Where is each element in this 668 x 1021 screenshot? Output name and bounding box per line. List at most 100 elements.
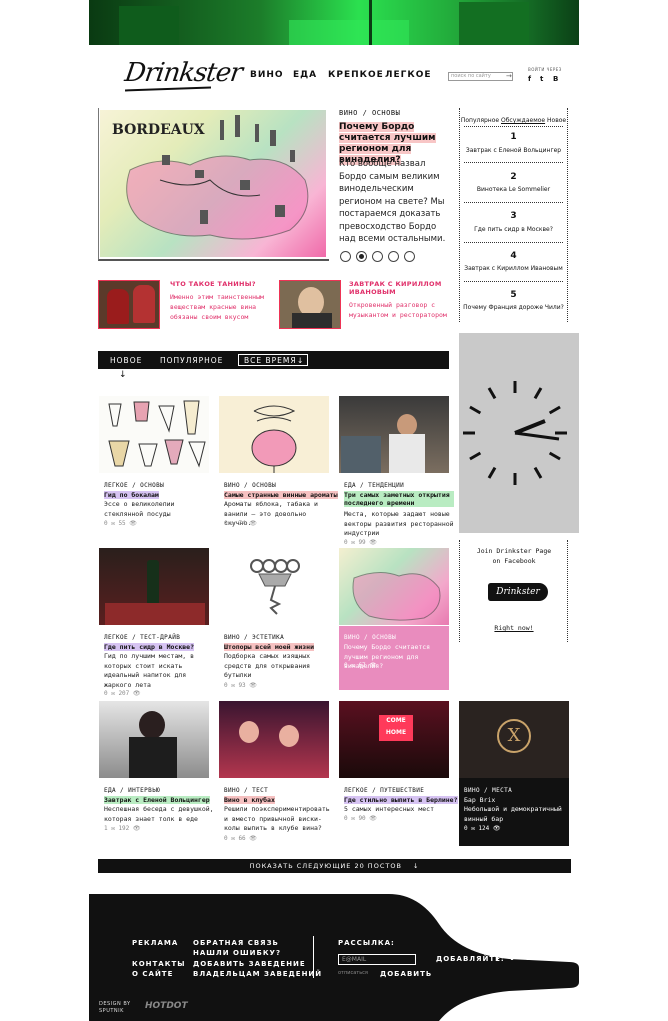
- popular-tabs: Популярное Обсуждаемое Новое: [459, 117, 568, 124]
- card-image[interactable]: [219, 701, 329, 778]
- card-title[interactable]: Где пить сидр в Москве?: [104, 643, 195, 651]
- footer-feedback-link[interactable]: ОБРАТНАЯ СВЯЗЬ: [193, 939, 279, 947]
- slider-dot-active[interactable]: [356, 251, 367, 262]
- load-more-label[interactable]: ПОКАЗАТЬ СЛЕДУЮЩИЕ 20 ПОСТОВ: [250, 862, 402, 870]
- hotdot-logo[interactable]: HOTDOT: [145, 1001, 188, 1011]
- top-banner[interactable]: [89, 0, 579, 45]
- popular-item[interactable]: Винотека Le Sommelier: [459, 186, 568, 193]
- popular-item[interactable]: Завтрак с Кириллом Ивановым: [459, 265, 568, 272]
- clock-tick: [487, 387, 497, 400]
- tab-new[interactable]: Новое: [547, 117, 566, 124]
- card-title[interactable]: Гид по бокалам: [104, 491, 159, 499]
- login-label: ВОЙТИ ЧЕРЕЗ: [528, 67, 562, 72]
- card-category[interactable]: ВИНО / ЭСТЕТИКА: [224, 634, 284, 641]
- card-category[interactable]: ЛЕГКОЕ / ТЕСТ-ДРАЙВ: [104, 634, 180, 641]
- load-more-button[interactable]: ПОКАЗАТЬ СЛЕДУЮЩИЕ 20 ПОСТОВ ↓: [98, 859, 571, 873]
- email-field[interactable]: E@MAIL: [338, 954, 416, 965]
- chevron-down-icon[interactable]: ↓: [413, 862, 419, 870]
- card-desc: Эссе о великолепии стеклянной посуды: [104, 500, 175, 518]
- nav-wine[interactable]: ВИНО: [250, 70, 284, 80]
- card-category[interactable]: ВИНО / ОСНОВЫ: [224, 482, 276, 489]
- slider-dot-fill: [359, 254, 364, 259]
- slider-dot[interactable]: [372, 251, 383, 262]
- slider-dot[interactable]: [388, 251, 399, 262]
- slider-dot[interactable]: [340, 251, 351, 262]
- vk-icon[interactable]: B: [526, 954, 532, 962]
- subscribe-button[interactable]: ДОБАВИТЬ: [380, 970, 432, 978]
- subscribe-label: РАССЫЛКА:: [338, 939, 395, 947]
- footer-error-link[interactable]: НАШЛИ ОШИБКУ?: [193, 949, 281, 957]
- wine-glass-illustration: [133, 285, 155, 323]
- period-select-value[interactable]: ВСЕ ВРЕМЯ: [244, 356, 297, 365]
- hero-description: Кто вообще назвал Бордо самым великим ви…: [339, 159, 446, 244]
- teaser-title[interactable]: ЗАВТРАК С КИРИЛЛОМ ИВАНОВЫМ: [349, 280, 449, 296]
- site-logo[interactable]: Drinkster: [123, 58, 244, 88]
- card-category[interactable]: ЛЕГКОЕ / ОСНОВЫ: [104, 482, 164, 489]
- facebook-link[interactable]: Right now!: [474, 624, 554, 632]
- drinkster-bottle-logo[interactable]: Drinkster: [488, 583, 548, 601]
- popular-item[interactable]: Почему Франция дороже Чили?: [459, 304, 568, 311]
- card-category[interactable]: ВИНО / ТЕСТ: [224, 787, 268, 794]
- bottle-photo: [147, 560, 159, 605]
- tab-discussed[interactable]: Обсуждаемое: [501, 117, 545, 124]
- search-input[interactable]: поиск по сайту: [448, 72, 513, 81]
- twitter-icon[interactable]: t: [510, 954, 514, 962]
- card-image[interactable]: X: [459, 701, 569, 778]
- search-arrow-icon[interactable]: →: [506, 72, 512, 80]
- vk-icon[interactable]: B: [553, 75, 558, 83]
- hero-image[interactable]: BORDEAUX: [100, 110, 326, 257]
- footer-contacts-link[interactable]: КОНТАКТЫ: [132, 960, 185, 968]
- card-category[interactable]: ЕДА / ИНТЕРВЬЮ: [104, 787, 160, 794]
- nav-strong[interactable]: КРЕПКОЕ: [328, 70, 384, 80]
- facebook-icon[interactable]: f: [496, 954, 500, 962]
- hero-category[interactable]: ВИНО / ОСНОВЫ: [339, 109, 400, 117]
- teaser-title[interactable]: ЧТО ТАКОЕ ТАНИНЫ?: [170, 280, 270, 288]
- card-title[interactable]: Завтрак с Еленой Вольцингер: [104, 796, 210, 804]
- card-title[interactable]: Самые странные винные ароматы: [224, 491, 338, 499]
- twitter-icon[interactable]: t: [540, 75, 543, 83]
- popular-item[interactable]: Где пить сидр в Москве?: [459, 226, 568, 233]
- footer-add-venue-link[interactable]: ДОБАВИТЬ ЗАВЕДЕНИЕ: [193, 960, 306, 968]
- card-title[interactable]: Вино в клубах: [224, 796, 275, 804]
- card-meta: 0 ✉ 93 👁: [224, 682, 257, 689]
- banner-pole: [369, 0, 372, 45]
- card-image[interactable]: [339, 548, 449, 625]
- design-credit[interactable]: DESIGN BY SPUTNIK: [99, 1001, 139, 1015]
- facebook-widget: Join Drinkster Page on Facebook Drinkste…: [459, 540, 568, 642]
- unsubscribe-link[interactable]: отписаться: [338, 970, 368, 976]
- card-image[interactable]: [219, 548, 329, 625]
- footer-owners-link[interactable]: ВЛАДЕЛЬЦАМ ЗАВЕДЕНИЙ: [193, 970, 322, 978]
- teaser-image-tannins[interactable]: [98, 280, 160, 329]
- slider-dot[interactable]: [404, 251, 415, 262]
- card-category[interactable]: ВИНО / ОСНОВЫ: [344, 634, 396, 641]
- person-photo: [292, 313, 332, 328]
- popular-item[interactable]: Завтрак с Еленой Вольцингер: [459, 147, 568, 154]
- card-title[interactable]: Где стильно выпить в Берлине?: [344, 796, 458, 804]
- card-title[interactable]: Штопоры всей моей жизни: [224, 643, 315, 651]
- card-title[interactable]: Три самых заметных открытия последнего в…: [344, 491, 454, 507]
- tab-popular[interactable]: Популярное: [461, 117, 499, 124]
- card-category[interactable]: ЛЕГКОЕ / ПУТЕШЕСТВИЕ: [344, 787, 424, 794]
- teaser-image-breakfast[interactable]: [279, 280, 341, 329]
- popular-number: 2: [510, 172, 517, 182]
- table-photo: [105, 603, 205, 625]
- card-image[interactable]: [339, 396, 449, 473]
- card-image[interactable]: [99, 701, 209, 778]
- tab-new-posts[interactable]: НОВОЕ: [110, 356, 142, 365]
- card-image[interactable]: [99, 548, 209, 625]
- card-image[interactable]: [99, 396, 209, 473]
- card-image[interactable]: [219, 396, 329, 473]
- facebook-icon[interactable]: f: [528, 75, 531, 83]
- nav-light[interactable]: ЛЕГКОЕ: [385, 70, 432, 80]
- clock-tick: [533, 387, 543, 400]
- card-category[interactable]: ЕДА / ТЕНДЕНЦИИ: [344, 482, 404, 489]
- card-category[interactable]: ВИНО / МЕСТА: [464, 787, 512, 794]
- rss-icon[interactable]: ☰: [542, 954, 549, 962]
- tab-popular-posts[interactable]: ПОПУЛЯРНОЕ: [160, 356, 223, 365]
- divider: [464, 281, 563, 282]
- nav-food[interactable]: ЕДА: [293, 70, 317, 80]
- footer-ads-link[interactable]: РЕКЛАМА: [132, 939, 178, 947]
- footer-about-link[interactable]: О САЙТЕ: [132, 970, 173, 978]
- chevron-down-icon[interactable]: ↓: [297, 356, 304, 365]
- card-image[interactable]: COME HOME: [339, 701, 449, 778]
